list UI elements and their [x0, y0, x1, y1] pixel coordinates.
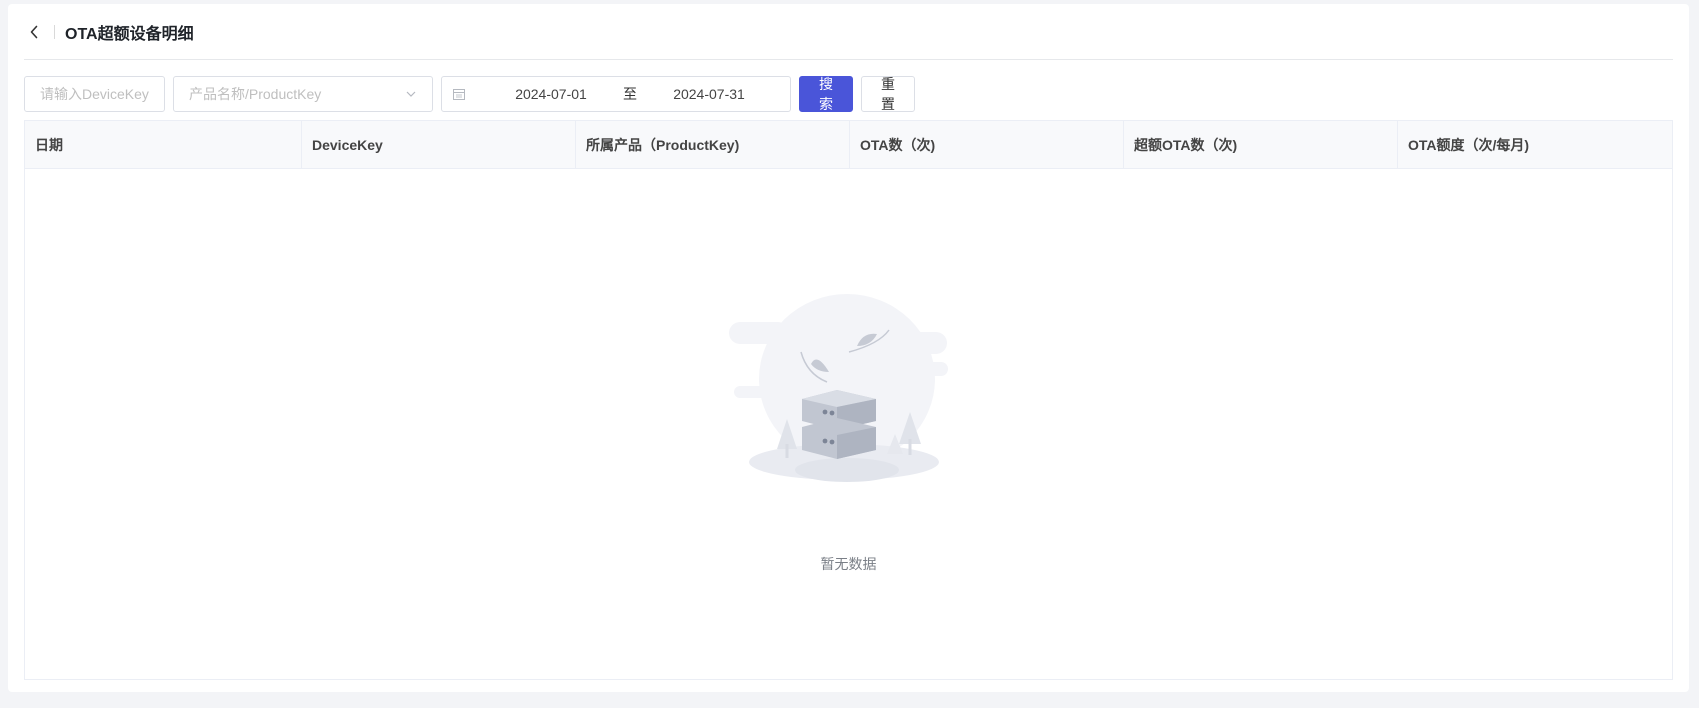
filter-bar: 请输入DeviceKey 产品名称/ProductKey 2024-07-01 … [24, 76, 915, 112]
reset-button[interactable]: 重置 [861, 76, 915, 112]
calendar-icon [453, 89, 465, 100]
empty-server-illustration [729, 294, 948, 482]
chevron-left-icon [30, 25, 38, 38]
data-table: 日期 DeviceKey 所属产品（ProductKey) OTA数（次) 超额… [24, 120, 1673, 680]
back-button[interactable] [26, 24, 42, 40]
date-range-picker[interactable]: 2024-07-01 至 2024-07-31 [441, 76, 791, 112]
column-header-device-key: DeviceKey [302, 121, 576, 169]
table-header: 日期 DeviceKey 所属产品（ProductKey) OTA数（次) 超额… [25, 121, 1672, 169]
empty-state: 暂无数据 [25, 169, 1672, 679]
product-select[interactable]: 产品名称/ProductKey [173, 76, 433, 112]
column-header-product: 所属产品（ProductKey) [576, 121, 850, 169]
date-start[interactable]: 2024-07-01 [496, 86, 606, 102]
empty-state-text: 暂无数据 [820, 556, 877, 572]
header-divider [54, 24, 55, 39]
device-key-input[interactable]: 请输入DeviceKey [24, 76, 165, 112]
chevron-down-icon [405, 88, 417, 100]
product-select-placeholder: 产品名称/ProductKey [189, 86, 322, 102]
column-header-excess-ota-count: 超额OTA数（次) [1124, 121, 1398, 169]
main-panel: OTA超额设备明细 请输入DeviceKey 产品名称/ProductKey 2… [8, 4, 1689, 692]
page-header: OTA超额设备明细 [24, 4, 1673, 60]
device-key-placeholder: 请输入DeviceKey [40, 86, 149, 102]
column-header-ota-quota: OTA额度（次/每月) [1408, 137, 1530, 153]
column-header-date: 日期 [25, 121, 302, 169]
column-header-ota-count: OTA数（次) [850, 121, 1124, 169]
date-end[interactable]: 2024-07-31 [654, 86, 764, 102]
search-button[interactable]: 搜索 [799, 76, 853, 112]
page-title: OTA超额设备明细 [65, 25, 194, 43]
date-separator: 至 [623, 86, 637, 102]
